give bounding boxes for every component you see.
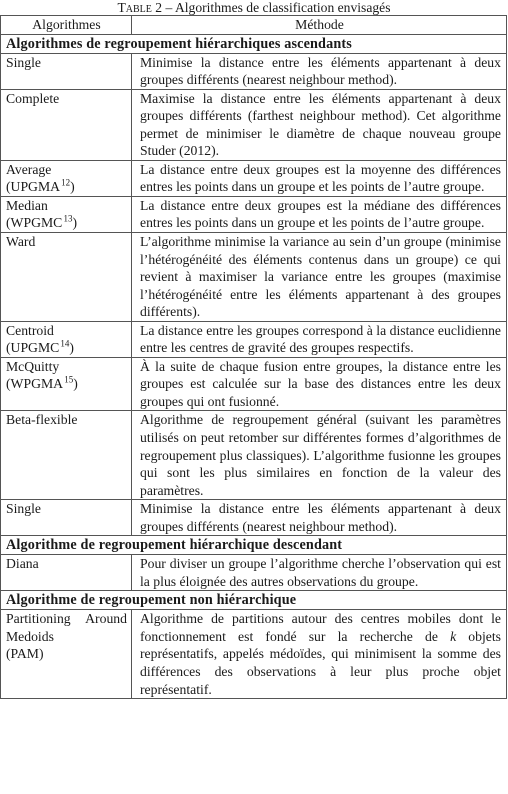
section-row: Algorithme de regroupement hiérarchique … <box>0 535 507 556</box>
header-methode: Méthode <box>131 15 507 35</box>
algorithm-name: Single <box>0 499 132 537</box>
table-caption-separator: – <box>162 0 175 15</box>
algorithm-abbreviation: (UPGMC <box>6 340 60 356</box>
algorithm-name-text: McQuitty <box>6 358 60 374</box>
section-row: Algorithme de regroupement non hiérarchi… <box>0 590 507 611</box>
table-row: Diana Pour diviser un groupe l’algorithm… <box>0 554 507 592</box>
table-row: Beta-flexible Algorithme de regroupement… <box>0 410 507 501</box>
algorithm-description: L’algorithme minimise la variance au sei… <box>131 231 507 322</box>
algorithm-name: Ward <box>0 231 132 322</box>
algorithm-name: Diana <box>0 554 132 592</box>
table-row: Centroid (UPGMC 14) La distance entre les… <box>0 320 507 358</box>
algorithm-name: Partitioning Around Medoids (PAM) <box>0 609 132 700</box>
algorithm-name-text: Complete <box>6 90 60 106</box>
algorithm-name: Single <box>0 52 132 90</box>
algorithm-abbreviation-close: ) <box>70 179 75 195</box>
algorithm-description: La distance entre les groupes correspond… <box>131 320 507 358</box>
algorithm-description: Pour diviser un groupe l’algorithme cher… <box>131 554 507 592</box>
table-row: Average (UPGMA 12) La distance entre deux… <box>0 159 507 197</box>
algorithm-abbreviation: (UPGMA <box>6 179 60 195</box>
algorithms-table: Algorithmes Méthode Algorithmes de regro… <box>0 15 507 700</box>
algorithm-abbreviation-close: ) <box>72 215 77 231</box>
footnote-marker[interactable]: 12 <box>61 178 70 188</box>
algorithm-name-text: Median <box>6 197 48 213</box>
algorithm-description: Minimise la distance entre les éléments … <box>131 52 507 90</box>
algorithm-abbreviation-close: ) <box>73 376 78 392</box>
footnote-marker[interactable]: 15 <box>64 375 73 385</box>
table-row: Median (WPGMC 13) La distance entre deux … <box>0 195 507 233</box>
table-row: Complete Maximise la distance entre les … <box>0 88 507 161</box>
algorithm-name: Centroid (UPGMC 14) <box>0 320 132 358</box>
algorithm-name-text: Single <box>6 501 41 517</box>
section-row: Algorithmes de regroupement hiérarchique… <box>0 33 507 54</box>
table-caption: Table 2 – Algorithmes de classification … <box>0 0 508 15</box>
table-caption-text: Algorithmes de classification envisagés <box>174 0 391 15</box>
algorithm-abbreviation-close: ) <box>69 340 74 356</box>
table-row: Single Minimise la distance entre les él… <box>0 499 507 537</box>
section-title-descendant: Algorithme de regroupement hiérarchique … <box>0 535 507 556</box>
algorithm-name-text: Centroid <box>6 322 54 338</box>
algorithm-name: McQuitty (WPGMA 15) <box>0 356 132 412</box>
algorithm-description: Minimise la distance entre les éléments … <box>131 499 507 537</box>
section-title-ascendants: Algorithmes de regroupement hiérarchique… <box>0 33 507 54</box>
algorithm-name-text: Average <box>6 161 52 177</box>
algorithm-name: Beta-flexible <box>0 410 132 501</box>
algorithm-description: La distance entre deux groupes est la mo… <box>131 159 507 197</box>
algorithm-name: Median (WPGMC 13) <box>0 195 132 233</box>
algorithm-name-text: Ward <box>6 233 36 249</box>
algorithm-name: Average (UPGMA 12) <box>0 159 132 197</box>
algorithm-abbreviation: (WPGMA <box>6 376 64 392</box>
algorithm-name: Complete <box>0 88 132 161</box>
header-algorithmes: Algorithmes <box>0 15 132 35</box>
table-row: Partitioning Around Medoids (PAM) Algorit… <box>0 609 507 700</box>
algorithm-name-text: Partitioning Around Medoids <box>6 611 127 644</box>
algorithm-description: Maximise la distance entre les éléments … <box>131 88 507 161</box>
algorithm-description: Algorithme de partitions autour des cent… <box>131 609 507 700</box>
algorithm-description: La distance entre deux groupes est la mé… <box>131 195 507 233</box>
table-row: McQuitty (WPGMA 15) À la suite de chaque … <box>0 356 507 412</box>
algorithm-name-text: Beta-flexible <box>6 412 78 428</box>
algorithm-name-text: Single <box>6 54 41 70</box>
algorithm-abbreviation: (WPGMC <box>6 215 63 231</box>
table-row: Ward L’algorithme minimise la variance a… <box>0 231 507 322</box>
algorithm-description: Algorithme de regroupement général (suiv… <box>131 410 507 501</box>
algorithm-description: À la suite de chaque fusion entre groupe… <box>131 356 507 412</box>
header-row: Algorithmes Méthode <box>0 15 507 35</box>
description-text: Algorithme de partitions autour des cent… <box>140 611 501 644</box>
algorithm-name-text: Diana <box>6 556 39 572</box>
section-title-non-hierarchique: Algorithme de regroupement non hiérarchi… <box>0 590 507 611</box>
table-row: Single Minimise la distance entre les él… <box>0 52 507 90</box>
algorithm-abbreviation: (PAM) <box>6 646 44 662</box>
table-caption-label: Table 2 <box>117 0 163 15</box>
